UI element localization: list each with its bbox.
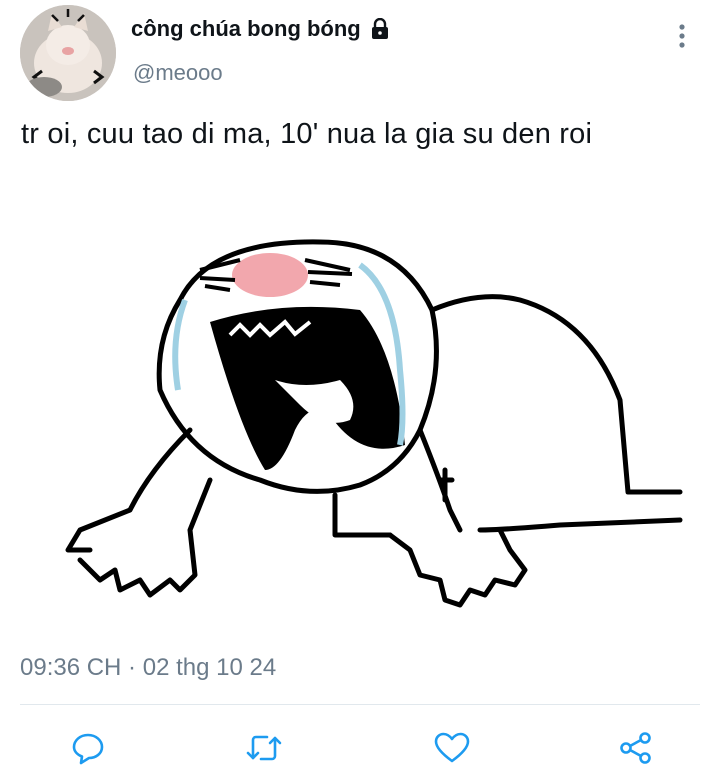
tweet-timestamp[interactable]: 09:36 CH · 02 thg 10 24	[20, 654, 276, 682]
retweet-button[interactable]	[244, 728, 284, 768]
tweet-header: công chúa bong bóng @meooo	[0, 0, 720, 110]
tweet-actions-bar	[0, 720, 720, 778]
tweet-text: tr oi, cuu tao di ma, 10' nua la gia su …	[21, 118, 593, 150]
reply-button[interactable]	[68, 728, 108, 768]
display-name-text: công chúa bong bóng	[131, 16, 361, 41]
share-button[interactable]	[616, 728, 656, 768]
tweet-media-image[interactable]	[60, 230, 690, 620]
crying-meme-drawing	[65, 239, 683, 608]
avatar[interactable]	[20, 5, 116, 101]
share-icon	[620, 732, 651, 764]
like-button[interactable]	[432, 728, 472, 768]
lock-icon	[369, 17, 391, 40]
divider	[20, 704, 700, 705]
heart-icon	[434, 732, 470, 763]
more-options-icon[interactable]	[676, 22, 688, 52]
author-handle[interactable]: @meooo	[133, 60, 223, 86]
retweet-icon	[246, 735, 282, 761]
author-display-name[interactable]: công chúa bong bóng	[131, 16, 391, 42]
comment-icon	[72, 733, 104, 765]
